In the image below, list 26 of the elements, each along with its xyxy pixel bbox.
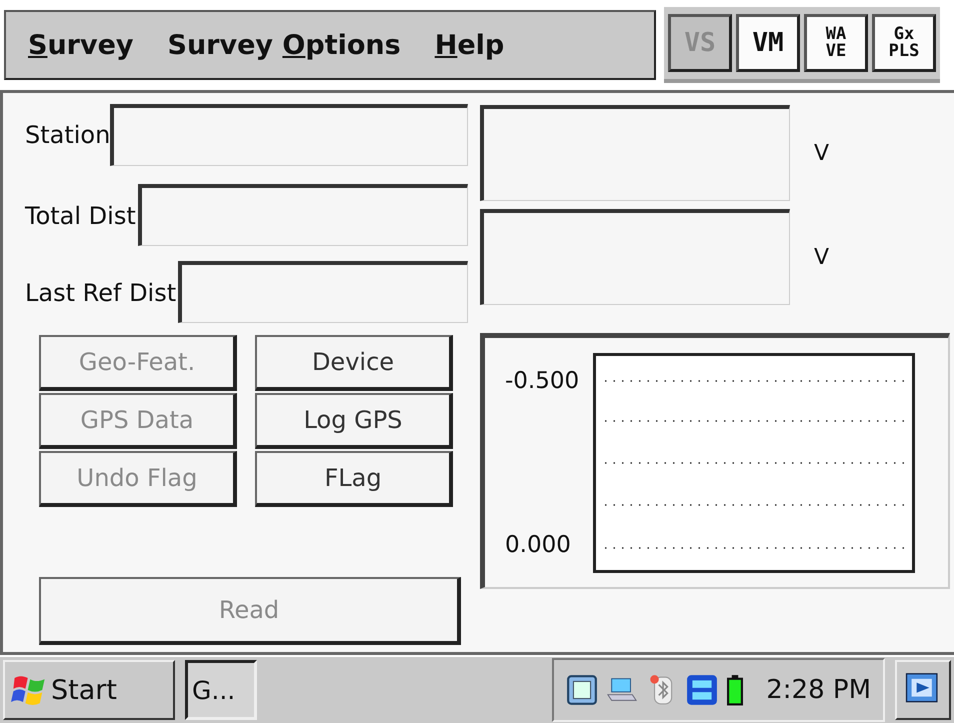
- menu-item[interactable]: Help: [434, 30, 504, 60]
- input-field[interactable]: [138, 184, 468, 246]
- field-label: Station: [25, 121, 110, 149]
- unit-label: V: [814, 140, 830, 166]
- network-window-icon[interactable]: [566, 674, 598, 706]
- show-desktop-button[interactable]: [895, 660, 951, 720]
- menu-item[interactable]: Survey Options: [168, 30, 401, 60]
- toolbar-button[interactable]: VM: [736, 14, 800, 72]
- input-field[interactable]: [110, 104, 468, 166]
- clock[interactable]: 2:28 PM: [766, 675, 871, 705]
- taskbar-task-button[interactable]: G...: [185, 660, 257, 720]
- toolbar-button[interactable]: Gx PLS: [872, 14, 936, 72]
- toolbar-button[interactable]: WA VE: [804, 14, 868, 72]
- unit-label: V: [814, 244, 830, 270]
- action-button[interactable]: Log GPS: [255, 393, 453, 449]
- action-button[interactable]: Device: [255, 335, 453, 391]
- field-label: Total Dist: [25, 202, 137, 232]
- start-button[interactable]: Start: [3, 660, 175, 720]
- action-button[interactable]: FLag: [255, 451, 453, 507]
- client-icon[interactable]: [686, 674, 718, 706]
- axis-label: 0.000: [505, 532, 572, 558]
- input-field[interactable]: [178, 261, 468, 323]
- axis-label: -0.500: [505, 368, 580, 394]
- battery-icon[interactable]: [726, 674, 744, 706]
- field-label: Last Ref Dist: [25, 279, 178, 309]
- menu-item[interactable]: Survey: [28, 30, 134, 60]
